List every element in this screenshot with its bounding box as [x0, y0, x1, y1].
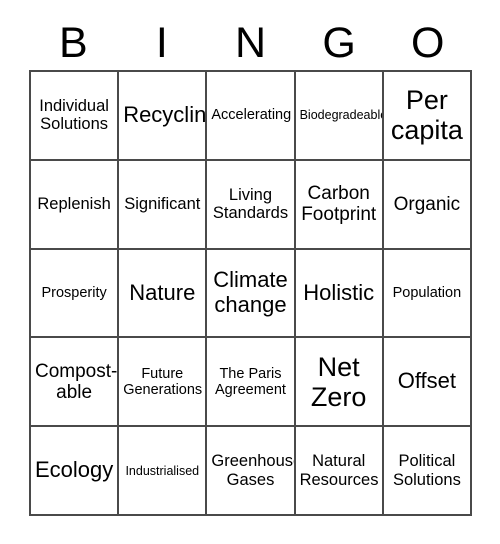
bingo-cell[interactable]: Significant — [119, 160, 208, 250]
bingo-cell[interactable]: Population — [383, 249, 472, 339]
bingo-cell[interactable]: Holistic — [295, 249, 384, 339]
bingo-cell-label: Recycling — [123, 102, 207, 128]
bingo-cell-label: Carbon Footprint — [301, 182, 377, 226]
bingo-header-letter-i: I — [155, 18, 168, 67]
bingo-cell[interactable]: Ecology — [31, 427, 120, 516]
bingo-cell-label: Living Standards — [212, 185, 289, 223]
bingo-cell-label: Significant — [124, 194, 201, 213]
bingo-cell-label: Offset — [397, 368, 457, 394]
bingo-cell-label: Replenish — [37, 194, 111, 213]
bingo-cell[interactable]: Natural Resources — [295, 427, 384, 516]
bingo-cell[interactable]: Biodegradeable — [295, 72, 384, 161]
bingo-cell-label: Net Zero — [310, 351, 367, 412]
bingo-header-letter-b: B — [58, 18, 88, 67]
bingo-cell-label: Political Solutions — [392, 452, 461, 489]
bingo-cell[interactable]: The Paris Agreement — [207, 338, 296, 428]
bingo-cell[interactable]: Greenhouse Gases — [207, 427, 296, 516]
bingo-cell-label: Population — [392, 284, 462, 301]
bingo-grid: Individual Solutions Recycling Accelerat… — [29, 70, 472, 516]
bingo-cell-label: Compost-able — [35, 360, 118, 403]
bingo-cell[interactable]: Compost-able — [31, 338, 120, 428]
bingo-cell-label: The Paris Agreement — [215, 365, 286, 398]
bingo-cell[interactable]: Accelerating — [207, 72, 296, 161]
bingo-cell-label: Future Generations — [123, 365, 203, 398]
bingo-cell-label: Natural Resources — [299, 452, 379, 489]
bingo-cell[interactable]: Replenish — [31, 160, 120, 250]
bingo-cell-label: Organic — [393, 193, 461, 215]
bingo-header-row: B I N G O — [29, 16, 472, 70]
bingo-cell[interactable]: Political Solutions — [383, 427, 472, 516]
bingo-card: B I N G O Individual Solutions Recycling… — [0, 0, 500, 544]
bingo-cell[interactable]: Climate change — [207, 249, 296, 339]
bingo-cell-label: Holistic — [303, 279, 375, 305]
bingo-cell-label: Climate change — [213, 267, 288, 317]
bingo-cell[interactable]: Recycling — [119, 72, 208, 161]
bingo-cell[interactable]: Future Generations — [119, 338, 208, 428]
bingo-cell-label: Nature — [129, 279, 196, 305]
bingo-cell-label: Ecology — [35, 457, 114, 483]
bingo-cell-label: Prosperity — [41, 284, 107, 301]
bingo-cell-label: Per capita — [390, 85, 463, 146]
bingo-cell-label: Greenhouse Gases — [211, 452, 296, 489]
bingo-cell[interactable]: Prosperity — [31, 249, 120, 339]
bingo-cell[interactable]: Carbon Footprint — [295, 160, 384, 250]
bingo-cell[interactable]: Living Standards — [207, 160, 296, 250]
bingo-cell-label: Accelerating — [211, 107, 292, 124]
bingo-cell[interactable]: Industrialised — [119, 427, 208, 516]
bingo-cell[interactable]: Per capita — [383, 72, 472, 161]
bingo-cell[interactable]: Offset — [383, 338, 472, 428]
bingo-cell[interactable]: Nature — [119, 249, 208, 339]
bingo-cell-label: Industrialised — [125, 463, 200, 478]
bingo-header-letter-n: N — [234, 18, 267, 67]
bingo-cell-label: Biodegradeable — [299, 108, 384, 123]
bingo-cell[interactable]: Net Zero — [295, 338, 384, 428]
bingo-cell[interactable]: Organic — [383, 160, 472, 250]
bingo-cell[interactable]: Individual Solutions — [31, 72, 120, 161]
bingo-cell-label: Individual Solutions — [39, 96, 109, 134]
bingo-header-letter-o: O — [410, 18, 445, 67]
bingo-header-letter-g: G — [322, 18, 356, 67]
